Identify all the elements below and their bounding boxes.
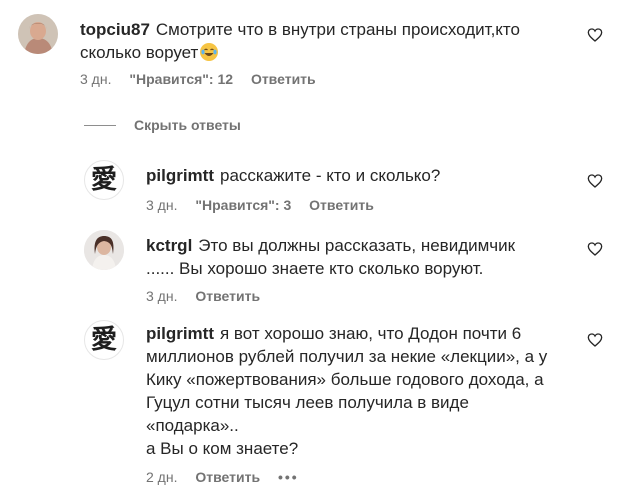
heart-outline-icon[interactable] (587, 173, 603, 189)
likes-count[interactable]: "Нравится": 3 (195, 197, 291, 213)
divider (84, 124, 116, 126)
reply-button[interactable]: Ответить (195, 288, 260, 304)
reply-button[interactable]: Ответить (309, 197, 374, 213)
comment-meta: 3 дн. Ответить (146, 288, 274, 304)
comment-username[interactable]: pilgrimtt (146, 166, 214, 185)
comment-meta: 3 дн. "Нравится": 12 Ответить (80, 71, 330, 87)
heart-outline-icon[interactable] (587, 332, 603, 348)
comment-username[interactable]: topciu87 (80, 20, 150, 39)
comment-text-line: я вот хорошо знаю, что Додон почти 6 (220, 324, 522, 343)
comment-text: Это вы должны рассказать, невидимчик ...… (146, 236, 516, 278)
avatar[interactable]: 愛 (84, 160, 124, 200)
comment-text-line: Гуцул сотни тысяч леев получила в виде (146, 393, 469, 412)
comment-text-line: «подарка».. (146, 416, 239, 435)
avatar-glyph: 愛 (90, 325, 117, 355)
comment-text-line: а Вы о ком знаете? (146, 439, 299, 458)
likes-count[interactable]: "Нравится": 12 (129, 71, 233, 87)
comment-username[interactable]: kctrgl (146, 236, 192, 255)
reply-button[interactable]: Ответить (195, 469, 260, 485)
comment-text-line: миллионов рублей получил за некие «лекци… (146, 347, 548, 366)
comment-username[interactable]: pilgrimtt (146, 324, 214, 343)
more-options-icon[interactable]: ••• (278, 469, 299, 485)
heart-outline-icon[interactable] (587, 27, 603, 43)
hide-replies-toggle[interactable]: Скрыть ответы (84, 116, 241, 134)
reply-button[interactable]: Ответить (251, 71, 316, 87)
comment-time: 3 дн. (80, 71, 112, 87)
laughing-with-tears-emoji-icon (200, 43, 219, 61)
comment-meta: 2 дн. Ответить ••• (146, 469, 313, 485)
avatar-glyph: 愛 (90, 165, 117, 195)
heart-outline-icon[interactable] (587, 241, 603, 257)
comment-time: 3 дн. (146, 197, 178, 213)
comment-text-line: Кику «пожертвования» больше годового дох… (146, 370, 544, 389)
avatar[interactable]: 愛 (84, 320, 124, 360)
comment-text: расскажите - кто и сколько? (220, 166, 441, 185)
avatar[interactable] (84, 230, 124, 270)
comment-time: 2 дн. (146, 469, 178, 485)
comment-time: 3 дн. (146, 288, 178, 304)
comment-meta: 3 дн. "Нравится": 3 Ответить (146, 197, 388, 213)
avatar[interactable] (18, 14, 58, 54)
hide-replies-label[interactable]: Скрыть ответы (134, 117, 241, 133)
